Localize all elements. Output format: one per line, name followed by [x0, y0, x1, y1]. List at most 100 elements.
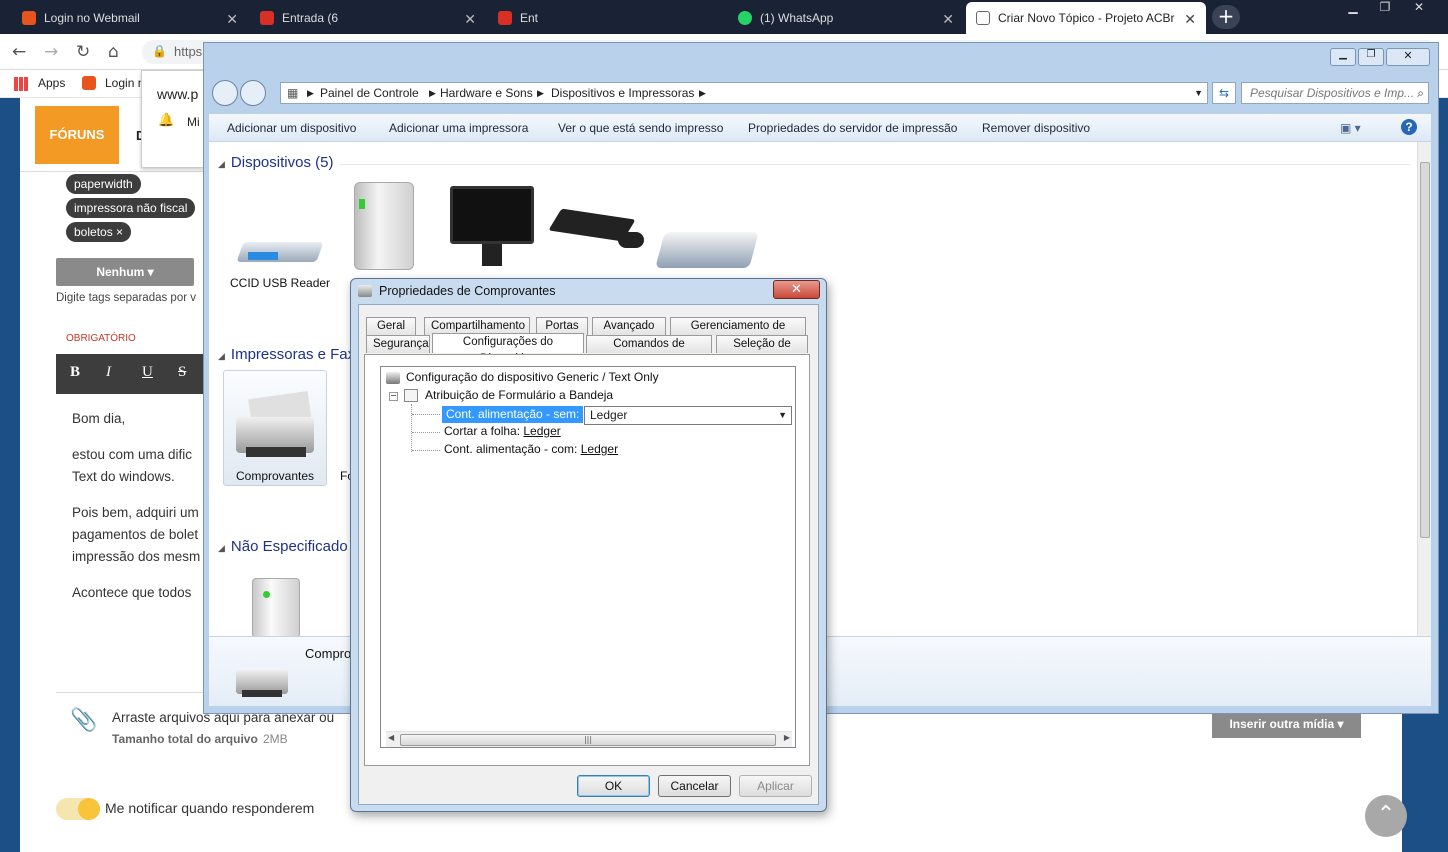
tree-line: [412, 450, 440, 451]
tag-chip[interactable]: paperwidth: [66, 174, 141, 194]
tab-configuracoes-dispositivo[interactable]: Configurações do Dispositivo: [432, 333, 584, 365]
collapse-icon[interactable]: ◢: [218, 543, 225, 553]
cancel-button[interactable]: Cancelar: [658, 775, 731, 797]
paperclip-icon: 📎: [70, 708, 98, 733]
unspecified-device-icon[interactable]: [252, 578, 300, 638]
close-tab-icon[interactable]: ✕: [226, 11, 238, 28]
scroll-left-icon[interactable]: ◀: [388, 733, 394, 742]
notify-toggle[interactable]: [56, 798, 100, 820]
refresh-icon[interactable]: ⇆: [1212, 82, 1236, 104]
tab-geral[interactable]: Geral: [366, 317, 416, 335]
leaf-value[interactable]: Ledger: [581, 442, 618, 456]
restore-icon[interactable]: ❐: [1358, 48, 1384, 66]
explorer-address-bar[interactable]: ▦ ▶ Painel de Controle ▶ Hardware e Sons…: [280, 82, 1208, 104]
tab-avancado[interactable]: Avançado: [592, 317, 666, 335]
close-window-icon[interactable]: ✕: [1386, 48, 1430, 66]
print-server-properties-button[interactable]: Propriedades do servidor de impressão: [748, 121, 957, 135]
tree-node-tray[interactable]: Atribuição de Formulário a Bandeja: [425, 388, 613, 402]
collapse-icon[interactable]: ◢: [218, 351, 225, 361]
scroll-right-icon[interactable]: ▶: [784, 733, 790, 742]
bell-icon[interactable]: 🔔: [158, 113, 174, 128]
tab-gerenciamento-cores[interactable]: Gerenciamento de Cores: [670, 317, 806, 349]
strike-button[interactable]: S: [178, 364, 186, 381]
bold-button[interactable]: B: [70, 364, 80, 381]
forums-nav-button[interactable]: FÓRUNS: [35, 106, 119, 164]
card-reader-icon[interactable]: [232, 236, 324, 270]
chevron-down-icon[interactable]: ▼: [1194, 83, 1203, 103]
paper-size-select[interactable]: Ledger ▼: [584, 406, 792, 425]
monitor-icon[interactable]: [450, 186, 534, 244]
collapse-icon[interactable]: ◢: [218, 159, 225, 169]
external-drive-icon[interactable]: [354, 182, 414, 270]
explorer-scrollbar[interactable]: [1417, 142, 1431, 636]
tab-criar-topico[interactable]: Criar Novo Tópico - Projeto ACBr ✕: [966, 2, 1206, 34]
bookmark-login[interactable]: Login n: [105, 76, 144, 90]
keyboard-icon[interactable]: [655, 232, 759, 268]
forward-icon[interactable]: [240, 80, 266, 106]
close-tab-icon[interactable]: ✕: [1184, 11, 1196, 28]
mouse-icon[interactable]: [618, 232, 644, 248]
new-tab-icon[interactable]: +: [1212, 5, 1240, 29]
chevron-right-icon: ▶: [537, 88, 544, 98]
breadcrumb-item[interactable]: Painel de Controle: [320, 83, 419, 103]
prefix-dropdown[interactable]: Nenhum ▾: [56, 258, 194, 286]
chevron-right-icon: ▶: [429, 88, 436, 98]
monitor-stand-icon: [482, 244, 502, 266]
breadcrumb-item[interactable]: Hardware e Sons: [440, 83, 533, 103]
help-icon[interactable]: ?: [1401, 119, 1417, 135]
add-printer-button[interactable]: Adicionar uma impressora: [389, 121, 528, 135]
tree-root[interactable]: Configuração do dispositivo Generic / Te…: [406, 370, 659, 384]
back-icon[interactable]: ←: [12, 42, 26, 62]
whatsapp-favicon-icon: [738, 11, 752, 25]
details-device-name: Compro: [305, 646, 352, 661]
gmail-favicon-icon: [260, 11, 274, 25]
minimize-icon[interactable]: ▁: [1330, 48, 1356, 66]
insert-media-button[interactable]: Inserir outra mídia ▾: [1212, 710, 1361, 738]
close-window-icon[interactable]: ✕: [1402, 0, 1436, 18]
forward-icon[interactable]: →: [44, 42, 58, 62]
search-placeholder: Pesquisar Dispositivos e Imp...: [1250, 86, 1415, 100]
back-icon[interactable]: [212, 80, 238, 106]
tab-webmail[interactable]: Login no Webmail ✕: [12, 2, 248, 34]
chevron-down-icon[interactable]: ▼: [778, 407, 787, 424]
apply-button[interactable]: Aplicar: [739, 775, 812, 797]
post-text: Bom dia,: [72, 411, 126, 426]
close-dialog-button[interactable]: ✕: [773, 280, 820, 299]
tree-leaf-selected[interactable]: Cont. alimentação - sem:: [442, 406, 584, 423]
tab-gmail-sent[interactable]: Ent: [488, 2, 724, 34]
tree-horizontal-scrollbar[interactable]: ◀ ||| ▶: [386, 731, 792, 747]
reload-icon[interactable]: ↻: [76, 42, 90, 62]
underline-button[interactable]: U: [142, 364, 153, 381]
see-printing-button[interactable]: Ver o que está sendo impresso: [558, 121, 723, 135]
scroll-thumb[interactable]: [1420, 162, 1430, 538]
restore-icon[interactable]: ❐: [1368, 0, 1402, 18]
close-tab-icon[interactable]: ✕: [942, 11, 954, 28]
scroll-top-button[interactable]: ⌃: [1365, 795, 1407, 837]
apps-grid-icon: [14, 77, 28, 91]
explorer-search-input[interactable]: Pesquisar Dispositivos e Imp... ⌕: [1241, 82, 1429, 104]
tab-comandos-impressora[interactable]: Comandos de impressora: [586, 335, 712, 367]
tab-whatsapp[interactable]: (1) WhatsApp ✕: [728, 2, 964, 34]
bookmark-apps[interactable]: Apps: [38, 76, 65, 90]
collapse-icon[interactable]: −: [389, 392, 398, 401]
ok-button[interactable]: OK: [577, 775, 650, 797]
leaf-value[interactable]: Ledger: [523, 424, 560, 438]
breadcrumb-item[interactable]: Dispositivos e Impressoras: [551, 83, 694, 103]
post-text: pagamentos de bolet: [72, 527, 199, 542]
scroll-thumb[interactable]: |||: [400, 734, 776, 746]
close-tab-icon[interactable]: ✕: [464, 11, 476, 28]
italic-button[interactable]: I: [106, 364, 111, 381]
add-device-button[interactable]: Adicionar um dispositivo: [227, 121, 356, 135]
home-icon[interactable]: ⌂: [108, 42, 119, 62]
tab-gmail-inbox[interactable]: Entrada (6 ✕: [250, 2, 486, 34]
url-suggestion[interactable]: www.p: [157, 86, 198, 102]
tag-chip[interactable]: boletos ×: [66, 222, 132, 242]
tab-label: (1) WhatsApp: [760, 11, 834, 25]
minimize-icon[interactable]: ▁: [1336, 0, 1370, 18]
tag-chip[interactable]: impressora não fiscal: [66, 198, 196, 218]
attach-size-value: 2MB: [263, 732, 288, 746]
view-options-icon[interactable]: ▣ ▾: [1340, 121, 1361, 135]
tab-seguranca[interactable]: Segurança: [366, 335, 430, 353]
tab-selecao-fonte[interactable]: Seleção de fonte: [716, 335, 808, 367]
remove-device-button[interactable]: Remover dispositivo: [982, 121, 1090, 135]
